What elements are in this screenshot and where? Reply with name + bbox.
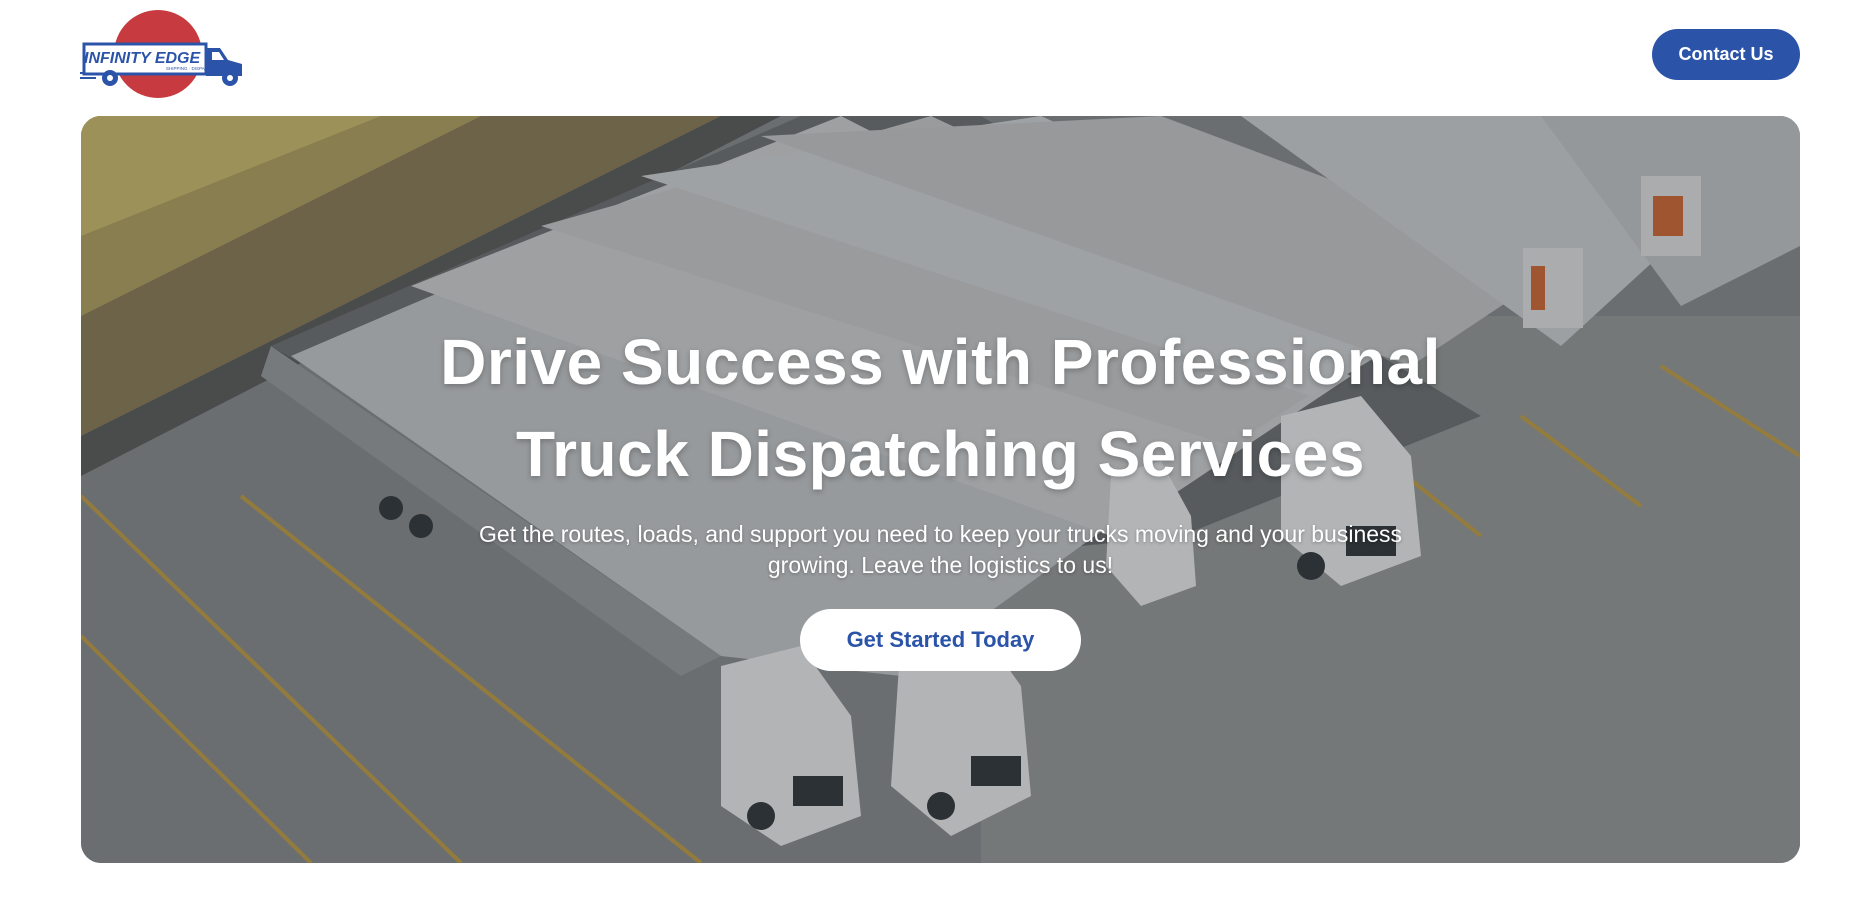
site-header: INFINITY EDGE SHIPPING · DISPATCH · SUPP… [0, 0, 1876, 116]
hero-title-line-1: Drive Success with Professional [440, 326, 1441, 398]
get-started-button[interactable]: Get Started Today [800, 609, 1081, 671]
contact-us-button[interactable]: Contact Us [1652, 29, 1800, 80]
hero-content: Drive Success with Professional Truck Di… [81, 116, 1800, 863]
hero-title-line-2: Truck Dispatching Services [516, 418, 1365, 490]
page: INFINITY EDGE SHIPPING · DISPATCH · SUPP… [0, 0, 1876, 900]
hero-subtitle: Get the routes, loads, and support you n… [478, 521, 1403, 578]
hero-title: Drive Success with Professional Truck Di… [381, 316, 1500, 500]
logo-tagline: SHIPPING · DISPATCH · SUPPORT [166, 66, 240, 71]
company-logo[interactable]: INFINITY EDGE SHIPPING · DISPATCH · SUPP… [80, 8, 248, 104]
logo-brand-text: INFINITY EDGE [84, 50, 201, 67]
hero-section: Drive Success with Professional Truck Di… [81, 116, 1800, 863]
